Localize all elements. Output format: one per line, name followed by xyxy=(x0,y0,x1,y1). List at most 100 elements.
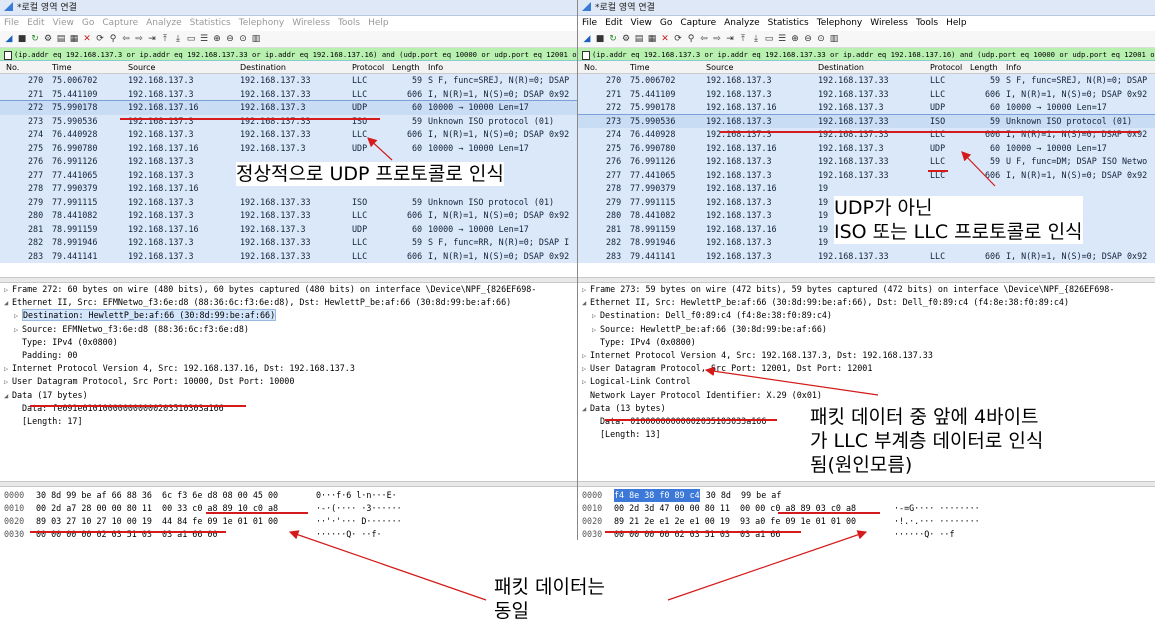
menu-go[interactable]: Go xyxy=(82,18,94,28)
reload-icon[interactable]: ⟳ xyxy=(95,34,105,44)
column-header[interactable]: Destination xyxy=(240,61,286,74)
packet-list-header[interactable]: No. Time Source Destination Protocol Length In… xyxy=(578,61,1155,74)
restart-icon[interactable]: ↻ xyxy=(608,34,618,44)
menu-telephony[interactable]: Telephony xyxy=(239,18,285,28)
menu-view[interactable]: View xyxy=(631,18,652,28)
detail-row[interactable]: ▷ Frame 273: 59 bytes on wire (472 bits),… xyxy=(582,283,1155,296)
display-filter-input[interactable]: (ip.addr eq 192.168.137.3 or ip.addr eq … xyxy=(0,48,577,61)
last-packet-icon[interactable]: ⤓ xyxy=(173,34,183,44)
close-file-icon[interactable]: ✕ xyxy=(82,34,92,44)
hex-ascii[interactable]: ·-·(···· ·3······ xyxy=(316,502,402,515)
first-packet-icon[interactable]: ⤒ xyxy=(738,34,748,44)
menu-statistics[interactable]: Statistics xyxy=(190,18,231,28)
stop-icon[interactable]: ■ xyxy=(595,34,605,44)
detail-row[interactable]: Type: IPv4 (0x0800) xyxy=(4,336,577,349)
detail-row[interactable]: ▷ Source: EFMNetwo_f3:6e:d8 (88:36:6c:f3:… xyxy=(4,323,577,336)
column-header[interactable]: No. xyxy=(6,61,19,74)
table-row[interactable]: 283 79.441141 192.168.137.3 192.168.137.33 L… xyxy=(578,249,1155,263)
table-row[interactable]: 270 75.006702 192.168.137.3 192.168.137.33 L… xyxy=(578,74,1155,88)
menu-view[interactable]: View xyxy=(53,18,74,28)
zoom-reset-icon[interactable]: ⊙ xyxy=(816,34,826,44)
column-header[interactable]: Info xyxy=(1006,61,1021,74)
forward-icon[interactable]: ⇨ xyxy=(712,34,722,44)
table-row[interactable]: 272 75.990178 192.168.137.16 192.168.137.3 U… xyxy=(0,100,577,116)
hex-row[interactable]: 0000 f4 8e 38 f0 89 c4 30 8d 99 be af xyxy=(582,489,1155,502)
stop-icon[interactable]: ■ xyxy=(17,34,27,44)
hex-bytes-selected[interactable]: f4 8e 38 f0 89 c4 xyxy=(614,489,700,502)
menu-wireless[interactable]: Wireless xyxy=(292,18,330,28)
column-header[interactable]: No. xyxy=(584,61,597,74)
detail-row[interactable]: ▷ Frame 272: 60 bytes on wire (480 bits),… xyxy=(4,283,577,296)
menu-capture[interactable]: Capture xyxy=(680,18,716,28)
hex-bytes[interactable]: 00 00 00 00 02 03 51 03 03 a1 66 00 xyxy=(36,528,218,540)
table-row[interactable]: 281 78.991159 192.168.137.16 192.168.137.3 U… xyxy=(0,222,577,236)
menu-telephony[interactable]: Telephony xyxy=(817,18,863,28)
detail-row[interactable]: ◢ Data (17 bytes) xyxy=(4,389,577,402)
first-packet-icon[interactable]: ⤒ xyxy=(160,34,170,44)
table-row[interactable]: 271 75.441109 192.168.137.3 192.168.137.33 L… xyxy=(578,87,1155,101)
hex-row[interactable]: 0000 30 8d 99 be af 66 88 36 6c f3 6e d8 … xyxy=(4,489,577,502)
table-row[interactable]: 283 79.441141 192.168.137.3 192.168.137.33 L… xyxy=(0,249,577,263)
menu-wireless[interactable]: Wireless xyxy=(870,18,908,28)
column-header[interactable]: Destination xyxy=(818,61,864,74)
table-row[interactable]: 278 77.990379 192.168.137.16 19 xyxy=(578,182,1155,196)
menu-tools[interactable]: Tools xyxy=(338,18,360,28)
zoom-in-icon[interactable]: ⊕ xyxy=(212,34,222,44)
menu-file[interactable]: File xyxy=(4,18,19,28)
detail-row[interactable]: ▷ Internet Protocol Version 4, Src: 192.1… xyxy=(582,349,1155,362)
table-row[interactable]: 276 76.991126 192.168.137.3 192.168.137.33 L… xyxy=(578,155,1155,169)
packet-list-header[interactable]: No. Time Source Destination Protocol Length In… xyxy=(0,61,577,74)
detail-row[interactable]: Padding: 00 xyxy=(4,349,577,362)
menu-edit[interactable]: Edit xyxy=(27,18,44,28)
hex-ascii[interactable]: ······Q· ··f· xyxy=(316,528,382,540)
zoom-out-icon[interactable]: ⊖ xyxy=(225,34,235,44)
hex-bytes[interactable]: 89 21 2e e1 2e e1 00 19 93 a0 fe 09 1e 0… xyxy=(614,515,856,528)
autoscroll-icon[interactable]: ▭ xyxy=(764,34,774,44)
menu-go[interactable]: Go xyxy=(660,18,672,28)
go-to-packet-icon[interactable]: ⇥ xyxy=(147,34,157,44)
back-icon[interactable]: ⇦ xyxy=(121,34,131,44)
save-icon[interactable]: ▦ xyxy=(647,34,657,44)
go-to-packet-icon[interactable]: ⇥ xyxy=(725,34,735,44)
fin-icon[interactable]: ◢ xyxy=(4,34,14,44)
detail-row[interactable]: ▷ Logical-Link Control xyxy=(582,375,1155,388)
table-row[interactable]: 275 76.990780 192.168.137.16 192.168.137.3 U… xyxy=(0,141,577,155)
detail-row[interactable]: ▷ User Datagram Protocol, Src Port: 12001… xyxy=(582,362,1155,375)
packet-list[interactable]: 270 75.006702 192.168.137.3 192.168.137.33 L… xyxy=(578,74,1155,277)
hex-row[interactable]: 0020 89 21 2e e1 2e e1 00 19 93 a0 fe 09 … xyxy=(582,515,1155,528)
open-folder-icon[interactable]: ▤ xyxy=(56,34,66,44)
hex-row[interactable]: 0020 89 03 27 10 27 10 00 19 44 84 fe 09 … xyxy=(4,515,577,528)
hex-ascii[interactable]: ·-=G···· ········ xyxy=(894,502,980,515)
colorize-icon[interactable]: ☰ xyxy=(777,34,787,44)
menu-help[interactable]: Help xyxy=(368,18,389,28)
column-header[interactable]: Length xyxy=(970,61,998,74)
zoom-in-icon[interactable]: ⊕ xyxy=(790,34,800,44)
detail-row[interactable]: ▷ Destination: Dell_f0:89:c4 (f4:8e:38:f0… xyxy=(582,309,1155,322)
save-icon[interactable]: ▦ xyxy=(69,34,79,44)
detail-row[interactable]: ▷ User Datagram Protocol, Src Port: 10000… xyxy=(4,375,577,388)
resize-columns-icon[interactable]: ▥ xyxy=(251,34,261,44)
table-row[interactable]: 274 76.440928 192.168.137.3 192.168.137.33 L… xyxy=(0,128,577,142)
detail-row[interactable]: ◢ Ethernet II, Src: HewlettP_be:af:66 (30… xyxy=(582,296,1155,309)
back-icon[interactable]: ⇦ xyxy=(699,34,709,44)
detail-row[interactable]: ▷ Destination: HewlettP_be:af:66 (30:8d:9… xyxy=(4,309,577,322)
hex-bytes[interactable]: 89 03 27 10 27 10 00 19 44 84 fe 09 1e 0… xyxy=(36,515,278,528)
forward-icon[interactable]: ⇨ xyxy=(134,34,144,44)
autoscroll-icon[interactable]: ▭ xyxy=(186,34,196,44)
zoom-reset-icon[interactable]: ⊙ xyxy=(238,34,248,44)
column-header[interactable]: Source xyxy=(128,61,155,74)
table-row[interactable]: 282 78.991946 192.168.137.3 192.168.137.33 L… xyxy=(0,236,577,250)
hex-row[interactable]: 0030 00 00 00 00 02 03 51 03 03 a1 66 ····… xyxy=(582,528,1155,540)
detail-row[interactable]: Type: IPv4 (0x0800) xyxy=(582,336,1155,349)
hex-row[interactable]: 0030 00 00 00 00 02 03 51 03 03 a1 66 00 ·… xyxy=(4,528,577,540)
table-row[interactable]: 273 75.990536 192.168.137.3 192.168.137.33 I… xyxy=(578,113,1155,129)
close-file-icon[interactable]: ✕ xyxy=(660,34,670,44)
zoom-out-icon[interactable]: ⊖ xyxy=(803,34,813,44)
restart-icon[interactable]: ↻ xyxy=(30,34,40,44)
menu-statistics[interactable]: Statistics xyxy=(768,18,809,28)
table-row[interactable]: 277 77.441065 192.168.137.3 192.168.137.33 L… xyxy=(578,168,1155,182)
table-row[interactable]: 280 78.441082 192.168.137.3 192.168.137.33 L… xyxy=(0,209,577,223)
resize-columns-icon[interactable]: ▥ xyxy=(829,34,839,44)
column-header[interactable]: Length xyxy=(392,61,420,74)
packet-details[interactable]: ▷ Frame 272: 60 bytes on wire (480 bits),… xyxy=(0,283,577,481)
